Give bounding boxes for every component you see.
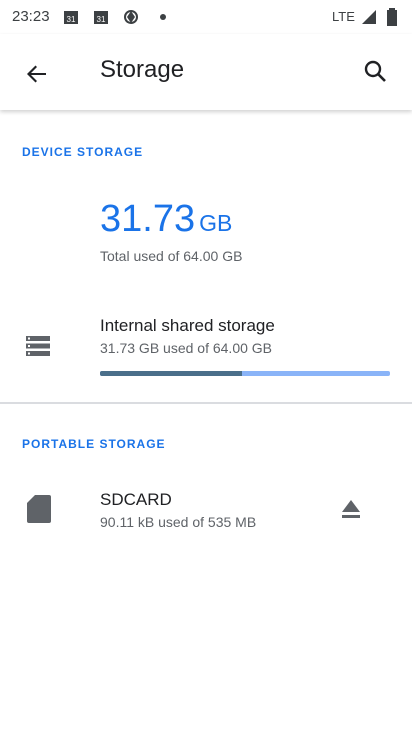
section-divider: [0, 402, 412, 404]
signal-icon: [362, 10, 376, 24]
arrow-back-icon[interactable]: [16, 54, 56, 94]
used-storage-total: 31.73 GB: [100, 198, 232, 241]
portable-storage-header: PORTABLE STORAGE: [22, 437, 166, 451]
svg-text:31: 31: [97, 15, 106, 24]
svg-text:31: 31: [67, 15, 76, 24]
battery-icon: [387, 8, 397, 26]
eject-icon[interactable]: [336, 494, 366, 524]
total-used-label: Total used of 64.00 GB: [100, 248, 243, 264]
device-storage-header: DEVICE STORAGE: [22, 145, 144, 159]
dot-icon: [160, 14, 166, 20]
sdcard-item[interactable]: SDCARD 90.11 kB used of 535 MB: [0, 476, 412, 546]
app-bar: Storage: [0, 34, 412, 110]
sd-card-icon: [27, 495, 51, 523]
calendar-icon: 31: [64, 11, 78, 24]
storage-icon: [26, 336, 50, 356]
storage-progress-bar: [100, 371, 390, 376]
status-time: 23:23: [12, 8, 50, 25]
internal-storage-title: Internal shared storage: [100, 316, 275, 335]
sdcard-title: SDCARD: [100, 490, 172, 509]
status-bar: 23:23 31 31 LTE: [0, 0, 412, 34]
storage-progress-fill: [100, 371, 243, 376]
internal-storage-subtitle: 31.73 GB used of 64.00 GB: [100, 340, 273, 356]
network-type: LTE: [332, 9, 355, 24]
location-icon: [124, 10, 138, 24]
calendar-icon: 31: [94, 11, 108, 24]
used-unit: GB: [199, 210, 233, 236]
sdcard-subtitle: 90.11 kB used of 535 MB: [100, 514, 257, 530]
used-value: 31.73: [100, 198, 196, 240]
page-title: Storage: [100, 56, 185, 83]
internal-storage-item[interactable]: Internal shared storage 31.73 GB used of…: [0, 300, 412, 396]
search-icon[interactable]: [356, 52, 396, 92]
